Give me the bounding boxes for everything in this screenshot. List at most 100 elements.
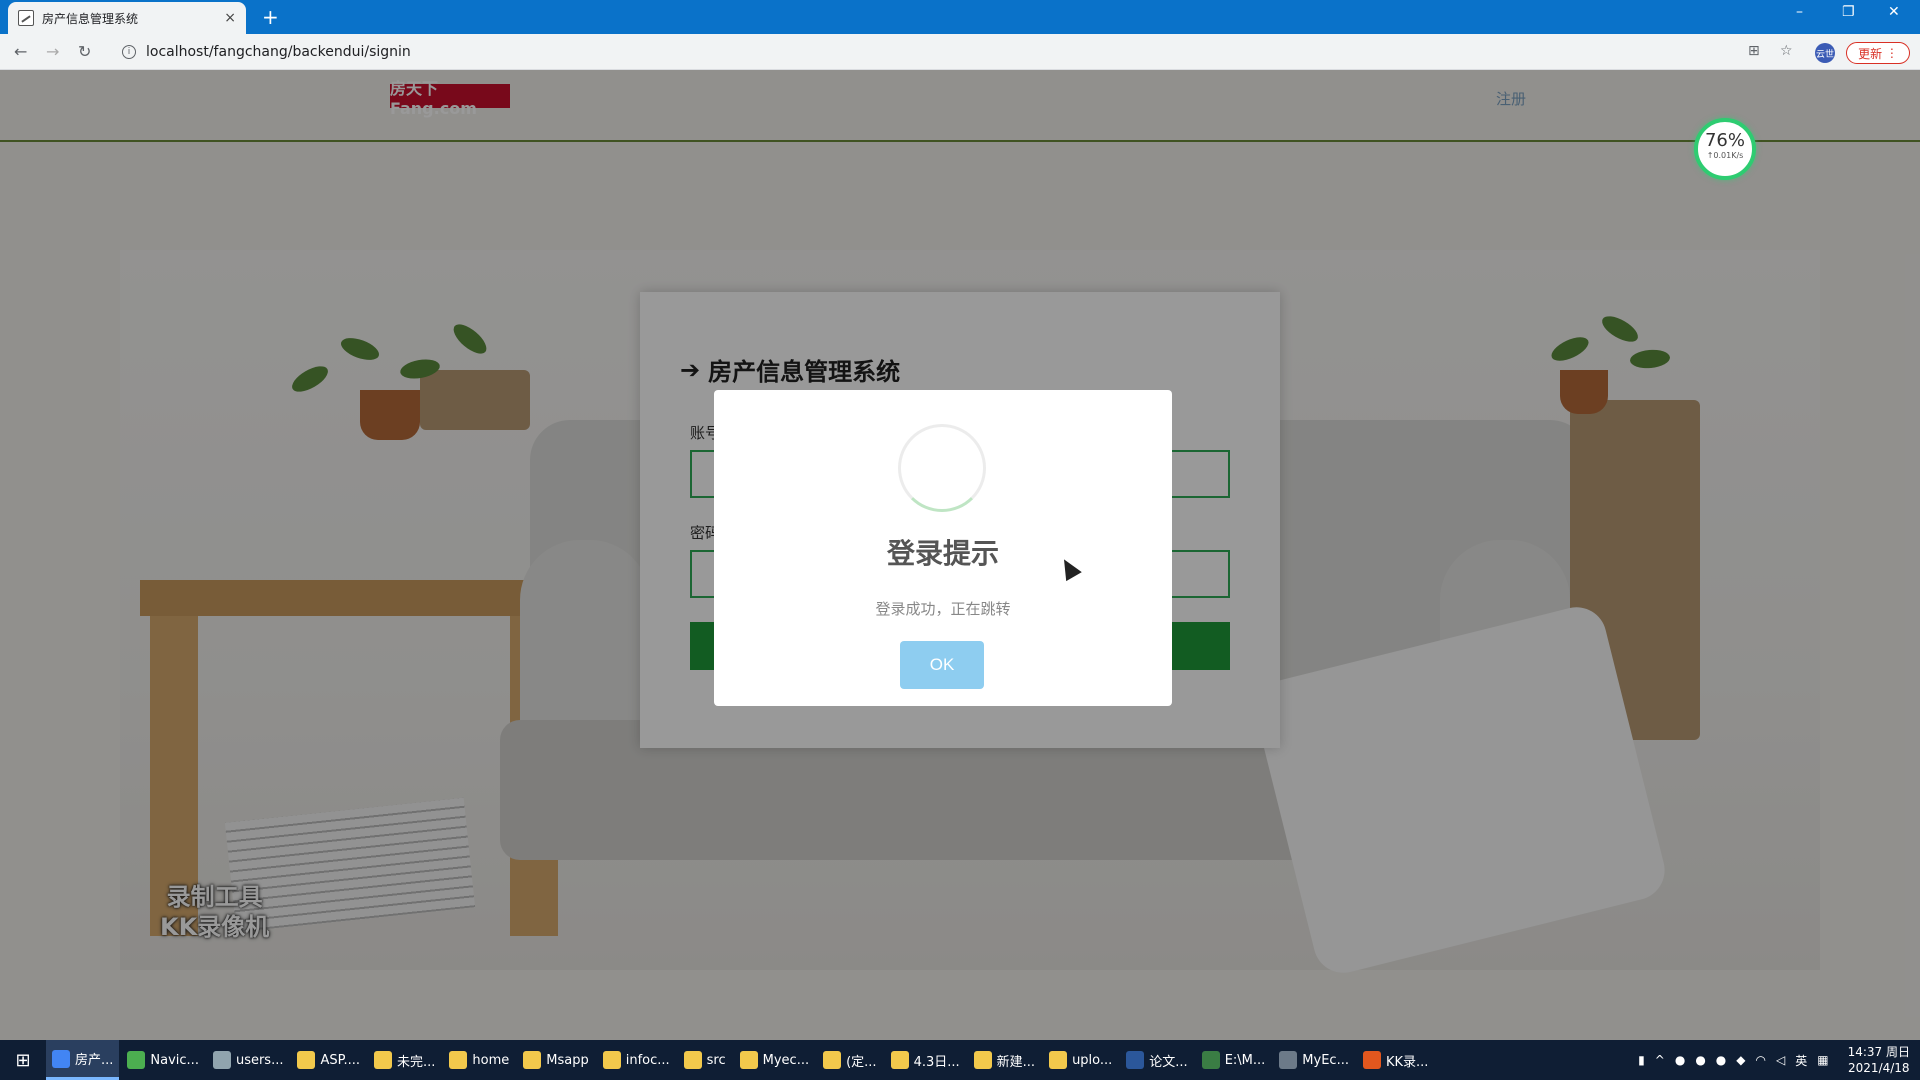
taskbar-item-label: infoc... xyxy=(625,1052,670,1068)
taskbar-item-label: users... xyxy=(235,1052,284,1068)
myeclipse-icon xyxy=(1279,1051,1298,1069)
taskbar-item-label: 4.3日... xyxy=(913,1054,960,1070)
taskbar-item-label: (定... xyxy=(846,1054,877,1070)
minimize-icon[interactable]: – xyxy=(1796,4,1803,20)
translate-icon[interactable]: ⊞ xyxy=(1748,43,1760,59)
taskbar-item[interactable]: src xyxy=(678,1040,732,1080)
folder-icon xyxy=(297,1051,316,1069)
taskbar-clock[interactable]: 14:37 周日 2021/4/18 xyxy=(1848,1044,1910,1076)
shield-icon[interactable]: ◆ xyxy=(1736,1053,1745,1067)
update-label: 更新 xyxy=(1858,46,1883,61)
update-button[interactable]: 更新 ⋮ xyxy=(1846,42,1910,64)
taskbar-item-label: MyEc... xyxy=(1302,1052,1349,1068)
back-icon[interactable]: ← xyxy=(14,42,27,61)
users-icon xyxy=(212,1051,231,1069)
profile-avatar[interactable]: 云世 xyxy=(1815,43,1835,63)
taskbar-item[interactable]: (定... xyxy=(817,1040,882,1080)
chrome-icon xyxy=(52,1049,70,1068)
network-speed-widget[interactable]: 76% ↑0.01K/s xyxy=(1694,118,1756,180)
close-tab-icon[interactable]: × xyxy=(224,10,236,26)
ok-button[interactable]: OK xyxy=(900,641,984,689)
reload-icon[interactable]: ↻ xyxy=(78,42,91,61)
windows-start-icon[interactable]: ⊞ xyxy=(0,1040,46,1080)
taskbar-item[interactable]: Myec... xyxy=(734,1040,815,1080)
taskbar-item[interactable]: MyEc... xyxy=(1273,1040,1355,1080)
taskbar-item[interactable]: 4.3日... xyxy=(885,1040,966,1080)
close-window-icon[interactable]: ✕ xyxy=(1888,4,1900,20)
taskbar-item[interactable]: E:\M... xyxy=(1196,1040,1272,1080)
clock-date: 2021/4/18 xyxy=(1848,1061,1910,1075)
taskbar-item[interactable]: uplo... xyxy=(1043,1040,1118,1080)
folder-icon xyxy=(523,1051,542,1069)
taskbar-item-label: uplo... xyxy=(1072,1052,1113,1068)
dialog-message: 登录成功，正在跳转 xyxy=(875,600,1011,618)
taskbar-item-label: Msapp xyxy=(546,1052,589,1068)
taskbar-item[interactable]: Msapp xyxy=(517,1040,594,1080)
keyboard-icon[interactable]: ▦ xyxy=(1817,1053,1828,1067)
browser-tab-bar: 房产信息管理系统 × + – ❐ ✕ xyxy=(0,0,1920,34)
speed-rate: ↑0.01K/s xyxy=(1706,151,1744,160)
navicat-icon xyxy=(127,1051,146,1069)
new-tab-button[interactable]: + xyxy=(262,5,279,29)
taskbar-item[interactable]: 房产... xyxy=(46,1040,120,1080)
taskbar-item-label: 新建... xyxy=(996,1054,1036,1070)
taskbar-item-label: 房产... xyxy=(75,1053,114,1068)
folder-icon xyxy=(373,1051,392,1069)
taskbar-item-label: 论文... xyxy=(1149,1054,1188,1070)
ime-indicator[interactable]: 英 xyxy=(1795,1052,1807,1069)
taskbar-item-label: 未完... xyxy=(396,1054,436,1070)
windows-taskbar: ⊞ 房产... Navic... users... ASP.... 未完... home M… xyxy=(0,1040,1920,1080)
taskbar-item-label: Myec... xyxy=(762,1052,810,1068)
folder-icon xyxy=(823,1051,842,1069)
restore-icon[interactable]: ❐ xyxy=(1842,4,1855,20)
battery-icon[interactable]: ▮ xyxy=(1638,1053,1645,1067)
browser-tab[interactable]: 房产信息管理系统 × xyxy=(8,2,246,34)
taskbar-item[interactable]: 未完... xyxy=(368,1040,441,1080)
folder-icon xyxy=(890,1051,909,1069)
tray-app-icon[interactable]: ● xyxy=(1716,1053,1726,1067)
tray-app-icon[interactable]: ● xyxy=(1675,1053,1685,1067)
login-alert-dialog: 登录提示 登录成功，正在跳转 OK xyxy=(714,390,1172,706)
kk-recorder-icon xyxy=(1362,1051,1381,1069)
address-bar[interactable]: i localhost/fangchang/backendui/signin xyxy=(112,39,1762,65)
taskbar-item[interactable]: users... xyxy=(207,1040,290,1080)
volume-icon[interactable]: ◁ xyxy=(1776,1053,1785,1067)
chevron-up-icon[interactable]: ^ xyxy=(1655,1053,1665,1067)
folder-icon xyxy=(449,1051,468,1069)
folder-icon xyxy=(1049,1051,1068,1069)
forward-icon[interactable]: → xyxy=(46,42,59,61)
taskbar-item-label: ASP.... xyxy=(320,1052,360,1068)
tab-title: 房产信息管理系统 xyxy=(42,11,139,26)
taskbar-item-label: E:\M... xyxy=(1224,1052,1266,1068)
network-icon[interactable]: ◠ xyxy=(1756,1053,1766,1067)
folder-icon xyxy=(602,1051,621,1069)
clock-time: 14:37 周日 xyxy=(1847,1045,1910,1059)
taskbar-item[interactable]: infoc... xyxy=(597,1040,676,1080)
taskbar-item[interactable]: KK录... xyxy=(1357,1040,1434,1080)
taskbar-item[interactable]: 新建... xyxy=(968,1040,1041,1080)
speed-percent: 76% xyxy=(1704,130,1745,151)
page-viewport: 房天下Fang.com 注册 ➔ 房产信息管理系统 账号 密码 录制工具 KK录… xyxy=(0,70,1920,1040)
dialog-title: 登录提示 xyxy=(886,537,999,570)
taskbar-item[interactable]: Navic... xyxy=(121,1040,205,1080)
folder-icon xyxy=(683,1051,702,1069)
site-info-icon[interactable]: i xyxy=(122,45,136,59)
taskbar-item-label: src xyxy=(706,1052,726,1068)
taskbar-item[interactable]: ASP.... xyxy=(291,1040,366,1080)
word-icon xyxy=(1126,1051,1145,1069)
tray-app-icon[interactable]: ● xyxy=(1695,1053,1705,1067)
taskbar-item-label: KK录... xyxy=(1385,1054,1429,1070)
bookmark-star-icon[interactable]: ☆ xyxy=(1780,43,1793,59)
folder-icon xyxy=(973,1051,992,1069)
folder-icon xyxy=(739,1051,758,1069)
taskbar-item-label: Navic... xyxy=(150,1052,199,1068)
taskbar-item[interactable]: home xyxy=(443,1040,515,1080)
notepad-icon xyxy=(1201,1051,1220,1069)
browser-toolbar: ← → ↻ i localhost/fangchang/backendui/si… xyxy=(0,34,1920,70)
url-text: localhost/fangchang/backendui/signin xyxy=(146,44,411,60)
taskbar-apps: 房产... Navic... users... ASP.... 未完... home Msa… xyxy=(46,1040,1436,1080)
taskbar-item-label: home xyxy=(472,1052,510,1068)
taskbar-item[interactable]: 论文... xyxy=(1120,1040,1193,1080)
system-tray: ▮ ^ ● ● ● ◆ ◠ ◁ 英 ▦ 14:37 周日 2021/4/18 xyxy=(1633,1040,1920,1080)
loading-spinner-icon xyxy=(898,424,986,512)
